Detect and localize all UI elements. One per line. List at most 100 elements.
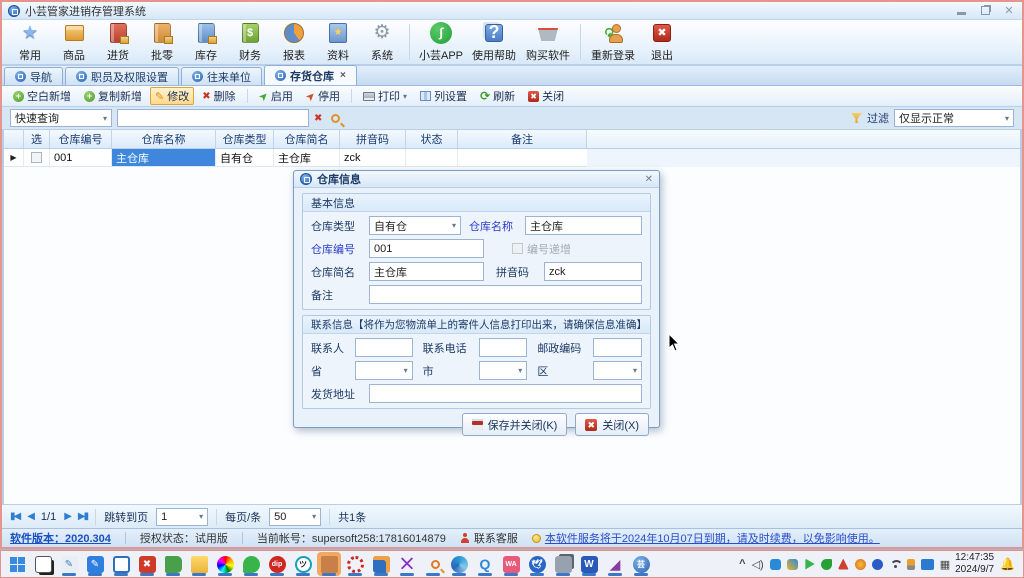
last-page-button[interactable]: ▶▮ [78,511,89,522]
orange-badge-tray-icon[interactable] [854,558,866,570]
taskbar-dip-app[interactable]: dip [265,552,289,576]
header-code[interactable]: 仓库编号 [50,130,112,148]
cell-status[interactable] [406,149,458,166]
header-status[interactable]: 状态 [406,130,458,148]
taskbar-green-chat-app[interactable] [239,552,263,576]
enable-button[interactable]: ➤ 启用 [254,87,298,105]
column-settings-button[interactable]: 列设置 [415,87,472,105]
toolbar-app[interactable]: ʃ 小芸APP [415,21,467,63]
toolbar-common[interactable]: ★ 常用 [8,21,52,63]
toolbar-help[interactable]: ? 使用帮助 [467,21,521,63]
filter-select[interactable]: 仅显示正常 ▾ [894,109,1014,127]
taskbar-remote-app[interactable] [369,552,393,576]
toolbar-purchase[interactable]: 进货 [96,21,140,63]
ime-grid-icon[interactable]: ▦ [940,558,950,571]
task-view-button[interactable] [31,552,55,576]
hidden-icons-chevron[interactable]: ^ [739,558,745,570]
taskbar-color-wheel-app[interactable] [213,552,237,576]
print-button[interactable]: 打印 ▾ [358,87,412,105]
toolbar-relogin[interactable]: ⟳ 重新登录 [586,21,640,63]
taskbar-stacked-windows[interactable] [551,552,575,576]
checkbox[interactable] [31,152,42,163]
address-input[interactable] [369,384,642,403]
search-icon[interactable] [331,113,341,123]
warehouse-code-input[interactable] [369,239,484,258]
blank-new-button[interactable]: + 空白新增 [8,87,76,105]
disable-button[interactable]: ➤ 停用 [301,87,345,105]
prev-page-button[interactable]: ◀ [27,511,35,522]
copy-new-button[interactable]: + 复制新增 [79,87,147,105]
restore-button[interactable] [978,5,992,17]
header-name[interactable]: 仓库名称 [112,130,216,148]
remark-input[interactable] [369,285,642,304]
tab-close-icon[interactable]: × [340,70,346,81]
toolbar-inventory[interactable]: 库存 [184,21,228,63]
warehouse-type-select[interactable]: 自有仓 ▾ [369,216,461,235]
taskbar-file-explorer[interactable] [187,552,211,576]
toolbar-system[interactable]: ⚙ 系统 [360,21,404,63]
taskbar-green-book-app[interactable] [161,552,185,576]
cell-name-selected[interactable]: 主仓库 [112,149,216,166]
minimize-button[interactable] [954,5,968,17]
taskbar-blue-bird-app[interactable]: 🕊 [525,552,549,576]
taskbar-qq-chat[interactable]: Q [473,552,497,576]
header-type[interactable]: 仓库类型 [216,130,274,148]
display-tray-icon[interactable] [920,558,934,570]
start-button[interactable] [5,552,29,576]
taskbar-warehouse-app[interactable] [317,552,341,576]
header-short-name[interactable]: 仓库简名 [274,130,340,148]
first-page-button[interactable]: ▮◀ [10,511,21,522]
modify-button[interactable]: ✎ 修改 [150,87,195,105]
row-checkbox-cell[interactable] [24,149,50,166]
taskbar-window-app[interactable] [109,552,133,576]
delete-button[interactable]: ✖ 删除 [197,87,240,105]
next-page-button[interactable]: ▶ [64,511,72,522]
cell-code[interactable]: 001 [50,149,112,166]
cell-pinyin[interactable]: zck [340,149,406,166]
district-select[interactable]: ▾ [593,361,642,380]
expiry-notice[interactable]: 本软件服务将于2024年10月07日到期，请及时续费，以免影响使用。 [531,530,880,546]
usb-icon[interactable] [906,558,915,570]
pinyin-input[interactable] [544,262,642,281]
province-select[interactable]: ▾ [355,361,413,380]
taskbar-visual-studio[interactable]: ⨉ [395,552,419,576]
taskbar-clock[interactable]: 12:47:35 2024/9/7 [955,552,994,576]
taskbar-purple-swoosh[interactable]: ◢ [603,552,627,576]
volume-icon[interactable]: ◁) [752,558,764,571]
version-link[interactable]: 软件版本：2020.304 [10,530,111,546]
taskbar-search-orange[interactable] [421,552,445,576]
green-play-tray-icon[interactable] [805,558,815,570]
taskbar-pink-wa-app[interactable]: WA [499,552,523,576]
yellow-badge-tray-icon[interactable] [786,558,798,570]
blue-chat-tray-icon[interactable] [769,558,781,570]
cell-short-name[interactable]: 主仓库 [274,149,340,166]
taskbar-yun-app[interactable]: 芸 [629,552,653,576]
tab-partners[interactable]: 往来单位 [181,67,262,85]
goto-page-select[interactable]: 1 ▾ [156,507,209,526]
taskbar-notes-app[interactable]: ✎ [83,552,107,576]
refresh-button[interactable]: ⟳ 刷新 [475,87,520,105]
contact-input[interactable] [355,338,413,357]
close-tab-button[interactable]: ✖ 关闭 [523,87,569,105]
toolbar-report[interactable]: 报表 [272,21,316,63]
green-dot-tray-icon[interactable] [820,558,832,570]
support-link[interactable]: 联系客服 [460,530,518,546]
taskbar-browser-swirl[interactable] [447,552,471,576]
toolbar-buy[interactable]: 购买软件 [521,21,575,63]
taskbar-pen-tool[interactable]: ✎ [57,552,81,576]
red-pin-tray-icon[interactable] [837,558,849,570]
short-name-input[interactable] [369,262,484,281]
table-row[interactable]: ▶ 001 主仓库 自有仓 主仓库 zck [4,149,587,167]
search-input[interactable] [117,109,309,127]
warehouse-name-input[interactable] [525,216,642,235]
save-close-button[interactable]: 保存并关闭(K) [461,413,568,436]
tab-warehouse[interactable]: 存货仓库 × [264,65,357,85]
tab-staff-permissions[interactable]: 职员及权限设置 [65,67,179,85]
notification-bell-icon[interactable]: 🔔 [1000,557,1015,571]
tab-navigation[interactable]: 导航 [4,67,63,85]
quick-query-select[interactable]: 快速查询 ▾ [10,109,112,127]
city-select[interactable]: ▾ [478,361,528,380]
taskbar-red-x-app[interactable]: ✖ [135,552,159,576]
zip-input[interactable] [593,338,642,357]
phone-input[interactable] [478,338,528,357]
